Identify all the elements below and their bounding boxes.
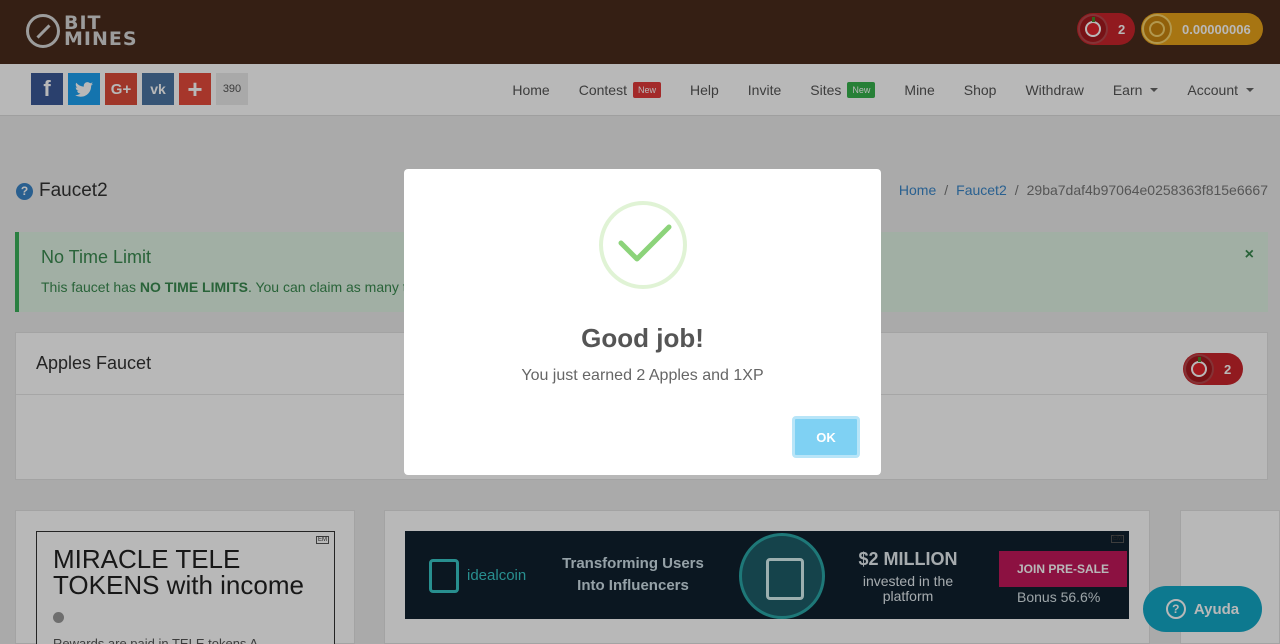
success-check-icon	[599, 201, 687, 289]
ok-button[interactable]: OK	[792, 416, 860, 458]
dialog-title: Good job!	[581, 323, 704, 353]
success-dialog: Good job! You just earned 2 Apples and 1…	[404, 169, 881, 475]
dialog-message: You just earned 2 Apples and 1XP	[521, 367, 764, 384]
